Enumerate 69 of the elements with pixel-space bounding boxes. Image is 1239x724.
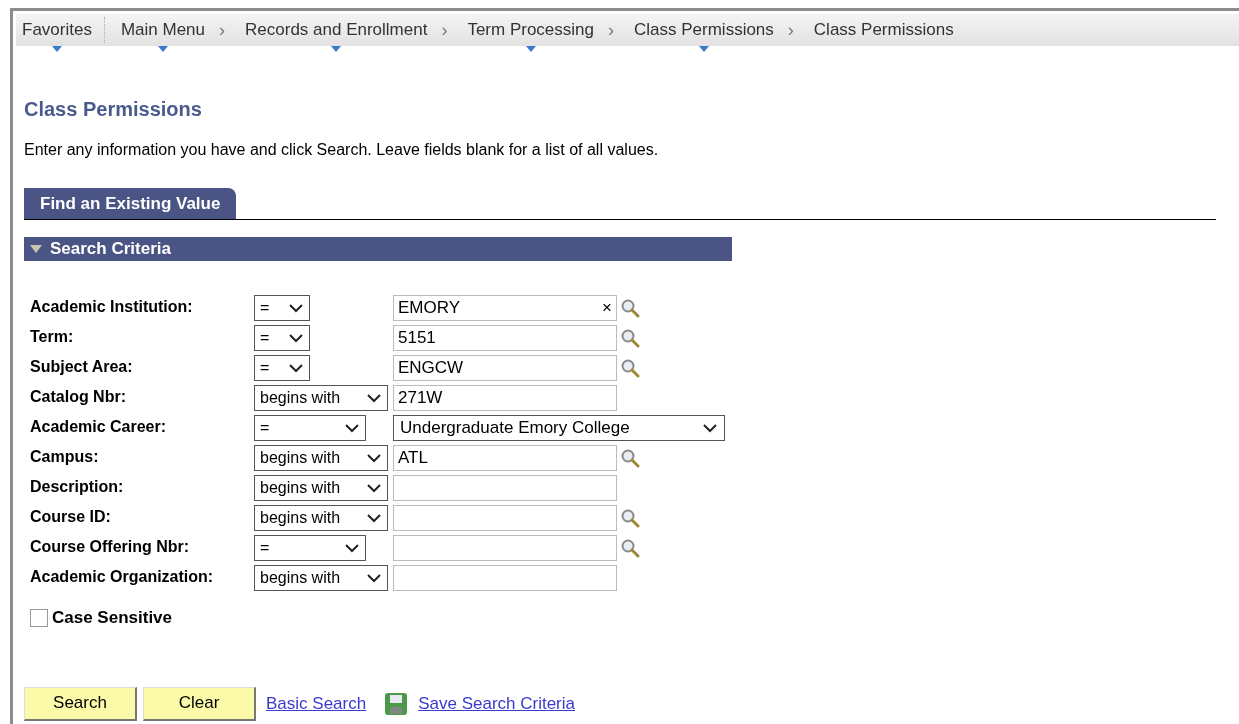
input-field[interactable]: 5151 xyxy=(393,325,617,351)
operator-dropdown[interactable]: = xyxy=(254,535,366,561)
breadcrumb-separator: › xyxy=(441,18,448,42)
input-field[interactable]: ENGCW xyxy=(393,355,617,381)
search-icon[interactable] xyxy=(620,448,640,468)
field-label: Academic Institution: xyxy=(30,297,194,317)
chevron-down-icon xyxy=(288,363,304,373)
chevron-down-icon xyxy=(702,423,718,433)
action-button[interactable]: Search xyxy=(24,686,137,721)
operator-dropdown[interactable]: begins with xyxy=(254,475,388,501)
field-label: Campus: xyxy=(30,447,100,467)
breadcrumb-item[interactable]: Main Menu xyxy=(114,17,212,43)
action-button[interactable]: Clear xyxy=(143,686,256,721)
breadcrumb-item[interactable]: Term Processing xyxy=(461,17,600,43)
breadcrumb-separator: › xyxy=(219,18,226,42)
operator-dropdown[interactable]: = xyxy=(254,415,366,441)
field-label: Academic Organization: xyxy=(30,567,215,587)
chevron-down-icon xyxy=(288,333,304,343)
input-field[interactable]: 271W xyxy=(393,385,617,411)
chevron-down-icon xyxy=(344,543,360,553)
chevron-down-icon xyxy=(366,453,382,463)
breadcrumb-separator: › xyxy=(787,18,794,42)
operator-dropdown[interactable]: = xyxy=(254,355,310,381)
search-icon[interactable] xyxy=(620,298,640,318)
input-field[interactable] xyxy=(393,505,617,531)
checkbox[interactable] xyxy=(30,608,48,627)
operator-dropdown[interactable]: = xyxy=(254,325,310,351)
operator-dropdown[interactable]: = xyxy=(254,295,310,321)
operator-dropdown[interactable]: begins with xyxy=(254,505,388,531)
tab[interactable]: Find an Existing Value xyxy=(24,188,237,219)
value-dropdown[interactable]: Undergraduate Emory College xyxy=(393,415,725,441)
link[interactable]: Save Search Criteria xyxy=(418,690,575,717)
operator-dropdown[interactable]: begins with xyxy=(254,565,388,591)
breadcrumb-item[interactable]: Favorites xyxy=(16,17,98,43)
section-title: Search Criteria xyxy=(50,238,171,261)
chevron-down-icon xyxy=(288,303,304,313)
field-label: Academic Career: xyxy=(30,417,168,437)
breadcrumb-item[interactable]: Class Permissions xyxy=(807,17,960,43)
input-field[interactable] xyxy=(393,475,617,501)
input-field[interactable]: ATL xyxy=(393,445,617,471)
field-label: Course Offering Nbr: xyxy=(30,537,191,557)
chevron-down-icon xyxy=(344,423,360,433)
field-label: Description: xyxy=(30,477,125,497)
search-icon[interactable] xyxy=(620,328,640,348)
search-icon[interactable] xyxy=(620,538,640,558)
breadcrumb-item[interactable]: Class Permissions xyxy=(628,17,780,43)
operator-dropdown[interactable]: begins with xyxy=(254,445,388,471)
input-field[interactable]: EMORY × xyxy=(393,295,617,321)
breadcrumb-item[interactable]: Records and Enrollment xyxy=(239,17,434,43)
search-icon[interactable] xyxy=(620,508,640,528)
link[interactable]: Basic Search xyxy=(266,690,367,717)
field-label: Term: xyxy=(30,327,75,347)
chevron-down-icon xyxy=(366,573,382,583)
breadcrumb-separator: › xyxy=(608,18,614,42)
operator-dropdown[interactable]: begins with xyxy=(254,385,388,411)
instruction-text: Enter any information you have and click Search. Leave fields blank for a list of all values. xyxy=(24,140,660,160)
chevron-down-icon xyxy=(366,483,382,493)
section-header[interactable]: Search Criteria xyxy=(24,237,732,261)
page-title: Class Permissions xyxy=(24,97,203,122)
checkbox-label: Case Sensitive xyxy=(52,607,172,629)
field-label: Subject Area: xyxy=(30,357,134,377)
clear-icon[interactable]: × xyxy=(602,295,612,321)
field-label: Catalog Nbr: xyxy=(30,387,127,407)
search-icon[interactable] xyxy=(620,358,640,378)
field-label: Course ID: xyxy=(30,507,112,527)
chevron-down-icon xyxy=(366,513,382,523)
chevron-down-icon xyxy=(366,393,382,403)
input-field[interactable] xyxy=(393,535,617,561)
input-field[interactable] xyxy=(393,565,617,591)
